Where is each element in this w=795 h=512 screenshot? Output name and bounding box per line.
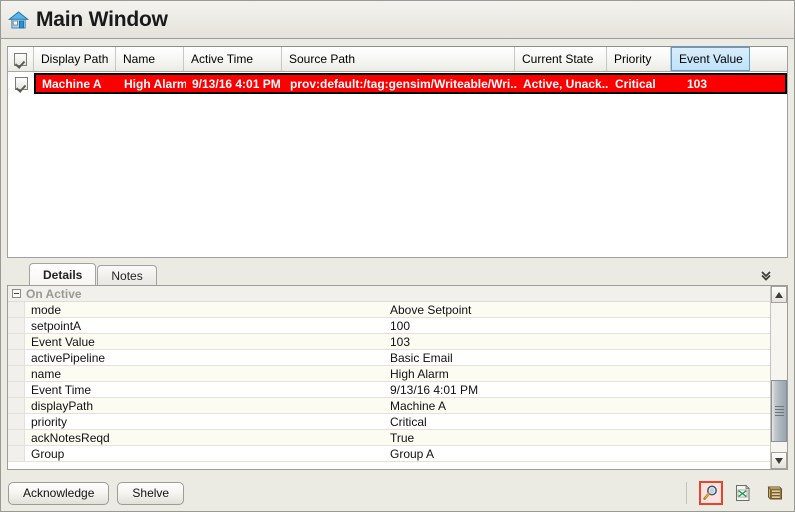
alarm-row-body[interactable]: Machine A High Alarm 9/13/16 4:01 PM pro… bbox=[34, 73, 787, 94]
property-key: displayPath bbox=[31, 398, 94, 413]
property-key: setpointA bbox=[31, 318, 82, 333]
property-value: 9/13/16 4:01 PM bbox=[390, 382, 479, 397]
tab-details[interactable]: Details bbox=[29, 263, 97, 285]
cell-name: High Alarm bbox=[124, 76, 186, 91]
scrollbar-track[interactable] bbox=[771, 303, 787, 452]
column-header-display-path[interactable]: Display Path bbox=[34, 47, 116, 71]
column-header-source-path[interactable]: Source Path bbox=[282, 47, 515, 71]
cell-source-path: prov:default:/tag:gensim/Writeable/Wri..… bbox=[290, 76, 517, 91]
row-indent bbox=[8, 318, 25, 333]
row-indent bbox=[8, 430, 25, 445]
row-indent bbox=[8, 414, 25, 429]
row-indent bbox=[8, 302, 25, 317]
property-value: Basic Email bbox=[390, 350, 453, 365]
property-value: Critical bbox=[390, 414, 427, 429]
export-spreadsheet-icon[interactable] bbox=[731, 481, 755, 505]
list-item[interactable]: activePipeline Basic Email bbox=[8, 350, 770, 366]
property-group-label: On Active bbox=[26, 286, 82, 301]
property-key: activePipeline bbox=[31, 350, 106, 365]
content-area: Display Path Name Active Time Source Pat… bbox=[1, 39, 794, 475]
main-window: Main Window Display Path Name Active Tim… bbox=[0, 0, 795, 512]
row-indent bbox=[8, 446, 25, 461]
alarm-table-header: Display Path Name Active Time Source Pat… bbox=[8, 47, 787, 72]
tab-notes[interactable]: Notes bbox=[97, 265, 157, 285]
alarm-table-empty-space bbox=[8, 94, 787, 257]
search-icon[interactable] bbox=[699, 481, 723, 505]
column-header-priority[interactable]: Priority bbox=[607, 47, 671, 71]
chevron-double-down-icon[interactable] bbox=[756, 266, 776, 284]
list-item[interactable]: setpointA 100 bbox=[8, 318, 770, 334]
detail-property-list: On Active mode Above Setpoint setpointA … bbox=[8, 286, 770, 469]
list-item[interactable]: Event Value 103 bbox=[8, 334, 770, 350]
row-select-cell[interactable] bbox=[8, 73, 34, 94]
triangle-up-icon[interactable] bbox=[771, 286, 787, 303]
property-value: Machine A bbox=[390, 398, 447, 413]
property-value: Above Setpoint bbox=[390, 302, 472, 317]
shelve-button[interactable]: Shelve bbox=[117, 481, 185, 505]
property-value: 100 bbox=[390, 318, 411, 333]
property-value: 103 bbox=[390, 334, 411, 349]
list-item[interactable]: name High Alarm bbox=[8, 366, 770, 382]
page-title: Main Window bbox=[36, 7, 168, 31]
property-key: Event Value bbox=[31, 334, 95, 349]
property-key: ackNotesReqd bbox=[31, 430, 110, 445]
row-indent bbox=[8, 350, 25, 365]
property-value: High Alarm bbox=[390, 366, 449, 381]
list-item[interactable]: ackNotesReqd True bbox=[8, 430, 770, 446]
property-group-header[interactable]: On Active bbox=[8, 286, 770, 302]
cell-active-time: 9/13/16 4:01 PM bbox=[192, 76, 281, 91]
property-value: True bbox=[390, 430, 415, 445]
row-checkbox[interactable] bbox=[14, 77, 28, 90]
property-key: mode bbox=[31, 302, 62, 317]
column-header-event-value[interactable]: Event Value bbox=[671, 47, 750, 71]
row-indent bbox=[8, 334, 25, 349]
row-indent bbox=[8, 366, 25, 381]
cell-priority: Critical bbox=[615, 76, 656, 91]
column-header-current-state[interactable]: Current State bbox=[515, 47, 607, 71]
list-item[interactable]: displayPath Machine A bbox=[8, 398, 770, 414]
scrollbar-thumb[interactable] bbox=[771, 380, 787, 442]
toolbar-divider bbox=[686, 482, 687, 504]
column-header-active-time[interactable]: Active Time bbox=[184, 47, 282, 71]
select-all-checkbox[interactable] bbox=[14, 52, 27, 66]
alarm-detail-section: Details Notes On Active mode Above Setpo… bbox=[7, 263, 788, 470]
property-value: Group A bbox=[390, 446, 435, 461]
alarm-status-table: Display Path Name Active Time Source Pat… bbox=[7, 46, 788, 258]
footer-toolbar: Acknowledge Shelve bbox=[1, 475, 794, 511]
property-key: Event Time bbox=[31, 382, 92, 397]
triangle-down-icon[interactable] bbox=[771, 452, 787, 469]
select-all-header[interactable] bbox=[8, 47, 34, 71]
list-item[interactable]: priority Critical bbox=[8, 414, 770, 430]
scrollbar-grip-icon bbox=[774, 404, 784, 418]
property-key: name bbox=[31, 366, 62, 381]
table-row[interactable]: Machine A High Alarm 9/13/16 4:01 PM pro… bbox=[8, 73, 787, 94]
row-indent bbox=[8, 382, 25, 397]
collapse-expander-icon[interactable] bbox=[12, 289, 21, 298]
database-cabinet-icon[interactable] bbox=[763, 481, 787, 505]
list-item[interactable]: Group Group A bbox=[8, 446, 770, 462]
detail-vertical-scrollbar[interactable] bbox=[770, 286, 787, 469]
detail-tab-bar: Details Notes bbox=[7, 263, 788, 285]
detail-properties-panel: On Active mode Above Setpoint setpointA … bbox=[7, 285, 788, 470]
cell-display-path: Machine A bbox=[42, 76, 102, 91]
list-item[interactable]: Event Time 9/13/16 4:01 PM bbox=[8, 382, 770, 398]
acknowledge-button[interactable]: Acknowledge bbox=[8, 481, 110, 505]
window-title-bar: Main Window bbox=[1, 1, 794, 39]
cell-current-state: Active, Unack... bbox=[523, 76, 609, 91]
property-key: priority bbox=[31, 414, 68, 429]
cell-event-value: 103 bbox=[687, 76, 708, 91]
home-icon bbox=[8, 10, 29, 30]
list-item[interactable]: mode Above Setpoint bbox=[8, 302, 770, 318]
column-header-name[interactable]: Name bbox=[116, 47, 184, 71]
property-key: Group bbox=[31, 446, 65, 461]
row-indent bbox=[8, 398, 25, 413]
